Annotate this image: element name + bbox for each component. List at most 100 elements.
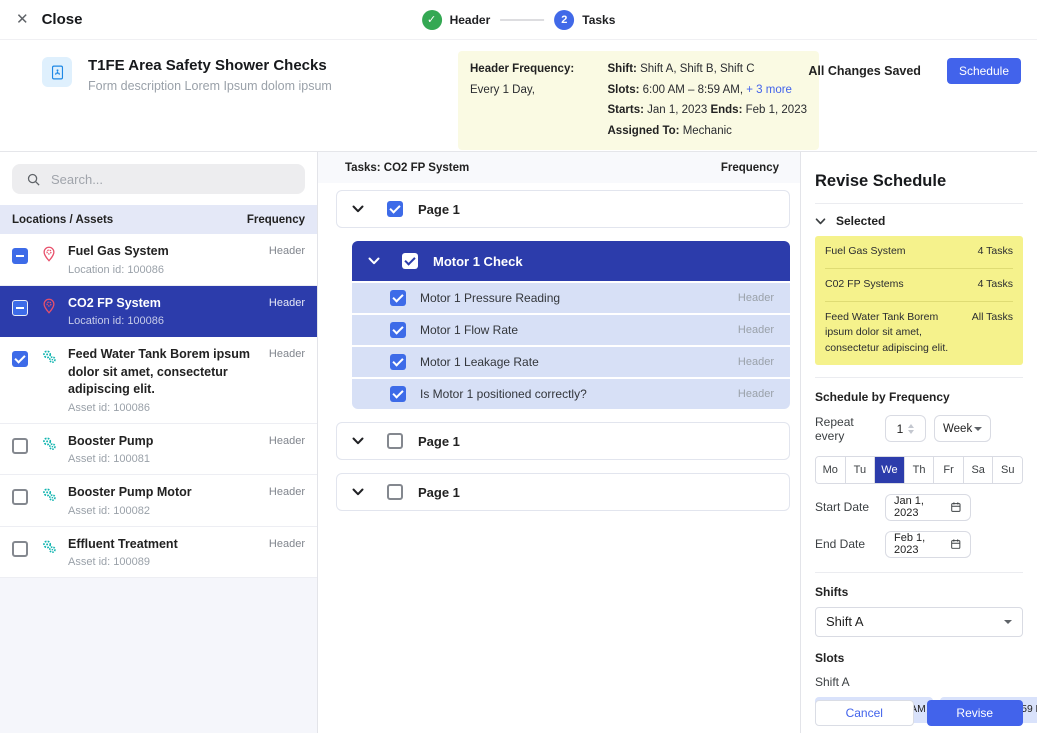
selected-item-row: Feed Water Tank Borem ipsum dolor sit am… xyxy=(825,302,1013,365)
tasks-frequency-column: Frequency xyxy=(721,162,779,174)
tasks-panel: Tasks: CO2 FP System Frequency Page 1 xyxy=(318,152,800,733)
item-name: CO2 FP System xyxy=(68,295,263,313)
page-checkbox[interactable] xyxy=(387,484,403,500)
search-icon xyxy=(26,172,41,187)
sidebar-item-co2-fp-system[interactable]: CO2 FP System Location id: 100086 Header xyxy=(0,286,317,338)
selected-section-toggle[interactable]: Selected xyxy=(815,214,1023,228)
revise-button[interactable]: Revise xyxy=(927,700,1024,726)
repeat-unit-select[interactable]: Week xyxy=(934,415,991,442)
day-button-we-selected[interactable]: We xyxy=(874,457,904,483)
item-checkbox[interactable] xyxy=(12,438,28,454)
item-checkbox[interactable] xyxy=(12,541,28,557)
group-task-rows: Motor 1 Pressure Reading Header Motor 1 … xyxy=(352,281,790,409)
stepper: ✓ Header 2 Tasks xyxy=(422,0,616,39)
day-button-mo[interactable]: Mo xyxy=(816,457,845,483)
info-ends-label: Ends: xyxy=(710,104,742,116)
item-checkbox[interactable] xyxy=(12,489,28,505)
item-checkbox[interactable] xyxy=(12,351,28,367)
day-button-su[interactable]: Su xyxy=(992,457,1022,483)
chevron-down-icon[interactable] xyxy=(352,205,364,213)
task-row[interactable]: Is Motor 1 positioned correctly? Header xyxy=(352,379,790,409)
form-titles: T1FE Area Safety Shower Checks Form desc… xyxy=(88,57,332,93)
form-icon-box xyxy=(42,57,72,87)
sidebar-item-booster-pump[interactable]: Booster Pump Asset id: 100081 Header xyxy=(0,424,317,476)
search-input[interactable] xyxy=(51,172,291,187)
start-date-input[interactable]: Jan 1, 2023 xyxy=(885,494,971,521)
page-card-expanded[interactable]: Page 1 xyxy=(336,190,790,228)
step-tasks[interactable]: 2 Tasks xyxy=(554,10,615,30)
shift-select-value: Shift A xyxy=(826,614,864,629)
item-checkbox[interactable] xyxy=(12,248,28,264)
shifts-title: Shifts xyxy=(815,585,1023,599)
day-button-th[interactable]: Th xyxy=(904,457,934,483)
location-pin-gear-icon xyxy=(40,245,58,263)
selected-item-name: Fuel Gas System xyxy=(825,244,968,260)
repeat-count-input[interactable]: 1 xyxy=(885,415,926,442)
item-id: Location id: 100086 xyxy=(68,315,263,327)
calendar-icon xyxy=(950,538,962,550)
item-id: Asset id: 100089 xyxy=(68,556,263,568)
revise-panel-footer: Cancel Revise xyxy=(815,700,1023,726)
slots-more-link[interactable]: + 3 more xyxy=(746,84,792,96)
item-text: CO2 FP System Location id: 100086 xyxy=(68,295,269,328)
item-frequency: Header xyxy=(269,297,307,309)
group-label: Motor 1 Check xyxy=(433,254,523,269)
search-box[interactable] xyxy=(12,164,305,194)
number-stepper-icon[interactable] xyxy=(908,424,914,434)
task-row[interactable]: Motor 1 Leakage Rate Header xyxy=(352,347,790,377)
slots-title: Slots xyxy=(815,651,1023,665)
task-row[interactable]: Motor 1 Pressure Reading Header xyxy=(352,283,790,313)
end-date-label: End Date xyxy=(815,537,885,551)
day-button-tu[interactable]: Tu xyxy=(845,457,875,483)
sidebar-item-fuel-gas-system[interactable]: Fuel Gas System Location id: 100086 Head… xyxy=(0,234,317,286)
page-checkbox[interactable] xyxy=(387,433,403,449)
sidebar-item-feed-water-tank[interactable]: Feed Water Tank Borem ipsum dolor sit am… xyxy=(0,337,317,424)
day-button-sa[interactable]: Sa xyxy=(963,457,993,483)
task-checkbox[interactable] xyxy=(390,290,406,306)
task-checkbox[interactable] xyxy=(390,354,406,370)
item-frequency: Header xyxy=(269,486,307,498)
page-card-collapsed[interactable]: Page 1 xyxy=(336,473,790,511)
task-label: Is Motor 1 positioned correctly? xyxy=(420,387,738,401)
slots-shift-label: Shift A xyxy=(815,675,1023,689)
close-icon[interactable]: ✕ xyxy=(16,12,29,27)
form-title-block: T1FE Area Safety Shower Checks Form desc… xyxy=(42,57,332,93)
task-checkbox[interactable] xyxy=(390,322,406,338)
close-button[interactable]: ✕ Close xyxy=(16,11,82,28)
info-frequency-value: Every 1 Day, xyxy=(470,84,535,96)
task-row[interactable]: Motor 1 Flow Rate Header xyxy=(352,315,790,345)
sidebar-item-booster-pump-motor[interactable]: Booster Pump Motor Asset id: 100082 Head… xyxy=(0,475,317,527)
step-header[interactable]: ✓ Header xyxy=(422,10,491,30)
selected-item-row: Fuel Gas System 4 Tasks xyxy=(825,236,1013,269)
day-button-fr[interactable]: Fr xyxy=(933,457,963,483)
page-checkbox[interactable] xyxy=(387,201,403,217)
end-date-input[interactable]: Feb 1, 2023 xyxy=(885,531,971,558)
item-id: Asset id: 100081 xyxy=(68,453,263,465)
info-shift-label: Shift: xyxy=(608,63,637,75)
chevron-down-icon[interactable] xyxy=(368,257,380,265)
item-checkbox[interactable] xyxy=(12,300,28,316)
divider xyxy=(815,377,1023,378)
task-checkbox[interactable] xyxy=(390,386,406,402)
item-text: Booster Pump Motor Asset id: 100082 xyxy=(68,484,269,517)
shift-select[interactable]: Shift A xyxy=(815,607,1023,637)
schedule-button[interactable]: Schedule xyxy=(947,58,1021,84)
cancel-button[interactable]: Cancel xyxy=(815,700,914,726)
revise-panel-title: Revise Schedule xyxy=(815,172,1023,191)
info-assigned-label: Assigned To: xyxy=(608,125,680,137)
sidebar-column-headers: Locations / Assets Frequency xyxy=(0,205,317,234)
chevron-down-icon[interactable] xyxy=(815,218,826,225)
chevron-down-icon[interactable] xyxy=(352,488,364,496)
item-id: Asset id: 100086 xyxy=(68,402,263,414)
close-label: Close xyxy=(42,11,83,28)
group-header[interactable]: Motor 1 Check xyxy=(352,241,790,281)
sidebar-item-effluent-treatment[interactable]: Effluent Treatment Asset id: 100089 Head… xyxy=(0,527,317,579)
form-description: Form description Lorem Ipsum dolom ipsum xyxy=(88,79,332,93)
group-checkbox[interactable] xyxy=(402,253,418,269)
info-slots-row: Slots: 6:00 AM – 8:59 AM, + 3 more xyxy=(608,80,808,101)
tasks-body: Page 1 Motor 1 Check Motor 1 Pressure Re xyxy=(318,183,800,524)
chevron-down-icon[interactable] xyxy=(352,437,364,445)
motor-1-check-group: Motor 1 Check Motor 1 Pressure Reading H… xyxy=(352,241,790,409)
info-details: Shift: Shift A, Shift B, Shift C Slots: … xyxy=(608,59,808,142)
page-card-collapsed[interactable]: Page 1 xyxy=(336,422,790,460)
